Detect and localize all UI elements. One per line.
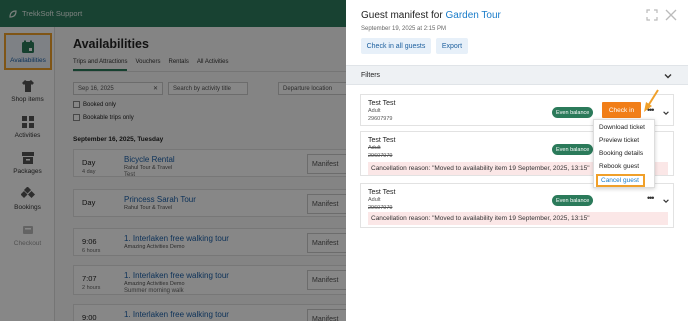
balance-badge: Even balance	[552, 107, 594, 118]
guest-type: Adult	[368, 197, 381, 203]
more-options-button[interactable]: •••	[647, 193, 655, 203]
menu-item-rebook-guest[interactable]: Rebook guest	[599, 163, 639, 170]
expand-icon[interactable]	[646, 9, 658, 21]
modal-backdrop[interactable]	[0, 0, 346, 321]
guest-name: Test Test	[368, 137, 396, 144]
chevron-down-icon[interactable]	[663, 71, 673, 81]
balance-badge: Even balance	[552, 144, 594, 155]
guest-type: Adult	[368, 108, 381, 114]
check-in-button[interactable]: Check in	[602, 102, 641, 118]
menu-item-download-ticket[interactable]: Download ticket	[599, 124, 645, 131]
menu-item-booking-details[interactable]: Booking details	[599, 150, 643, 157]
guest-name: Test Test	[368, 189, 396, 196]
activity-link[interactable]: Garden Tour	[445, 10, 500, 21]
booking-code[interactable]: 29607979	[368, 116, 392, 122]
guest-name: Test Test	[368, 100, 396, 107]
panel-title: Guest manifest for Garden Tour	[361, 10, 501, 21]
panel-title-prefix: Guest manifest for	[361, 10, 446, 21]
filters-bar[interactable]: Filters	[346, 65, 688, 85]
guest-row: Test Test Adult 29607979 Even balance ••…	[360, 183, 674, 228]
menu-item-preview-ticket[interactable]: Preview ticket	[599, 137, 639, 144]
close-icon[interactable]	[664, 8, 678, 22]
check-in-all-guests-button[interactable]: Check in all guests	[361, 38, 431, 54]
filters-label: Filters	[361, 72, 381, 79]
export-button[interactable]: Export	[436, 38, 468, 54]
guest-type: Adult	[368, 145, 381, 151]
menu-item-cancel-guest[interactable]: Cancel guest	[596, 174, 645, 187]
cancellation-reason: Cancellation reason: "Moved to availabil…	[368, 212, 668, 225]
chevron-down-icon[interactable]	[662, 197, 670, 205]
booking-code[interactable]: 29607979	[368, 153, 392, 159]
panel-date: September 19, 2025 at 2:15 PM	[361, 26, 447, 32]
booking-code[interactable]: 29607979	[368, 205, 392, 211]
balance-badge: Even balance	[552, 195, 594, 206]
guest-options-menu: Download ticket Preview ticket Booking d…	[593, 119, 655, 188]
annotation-arrow-icon	[644, 89, 659, 112]
